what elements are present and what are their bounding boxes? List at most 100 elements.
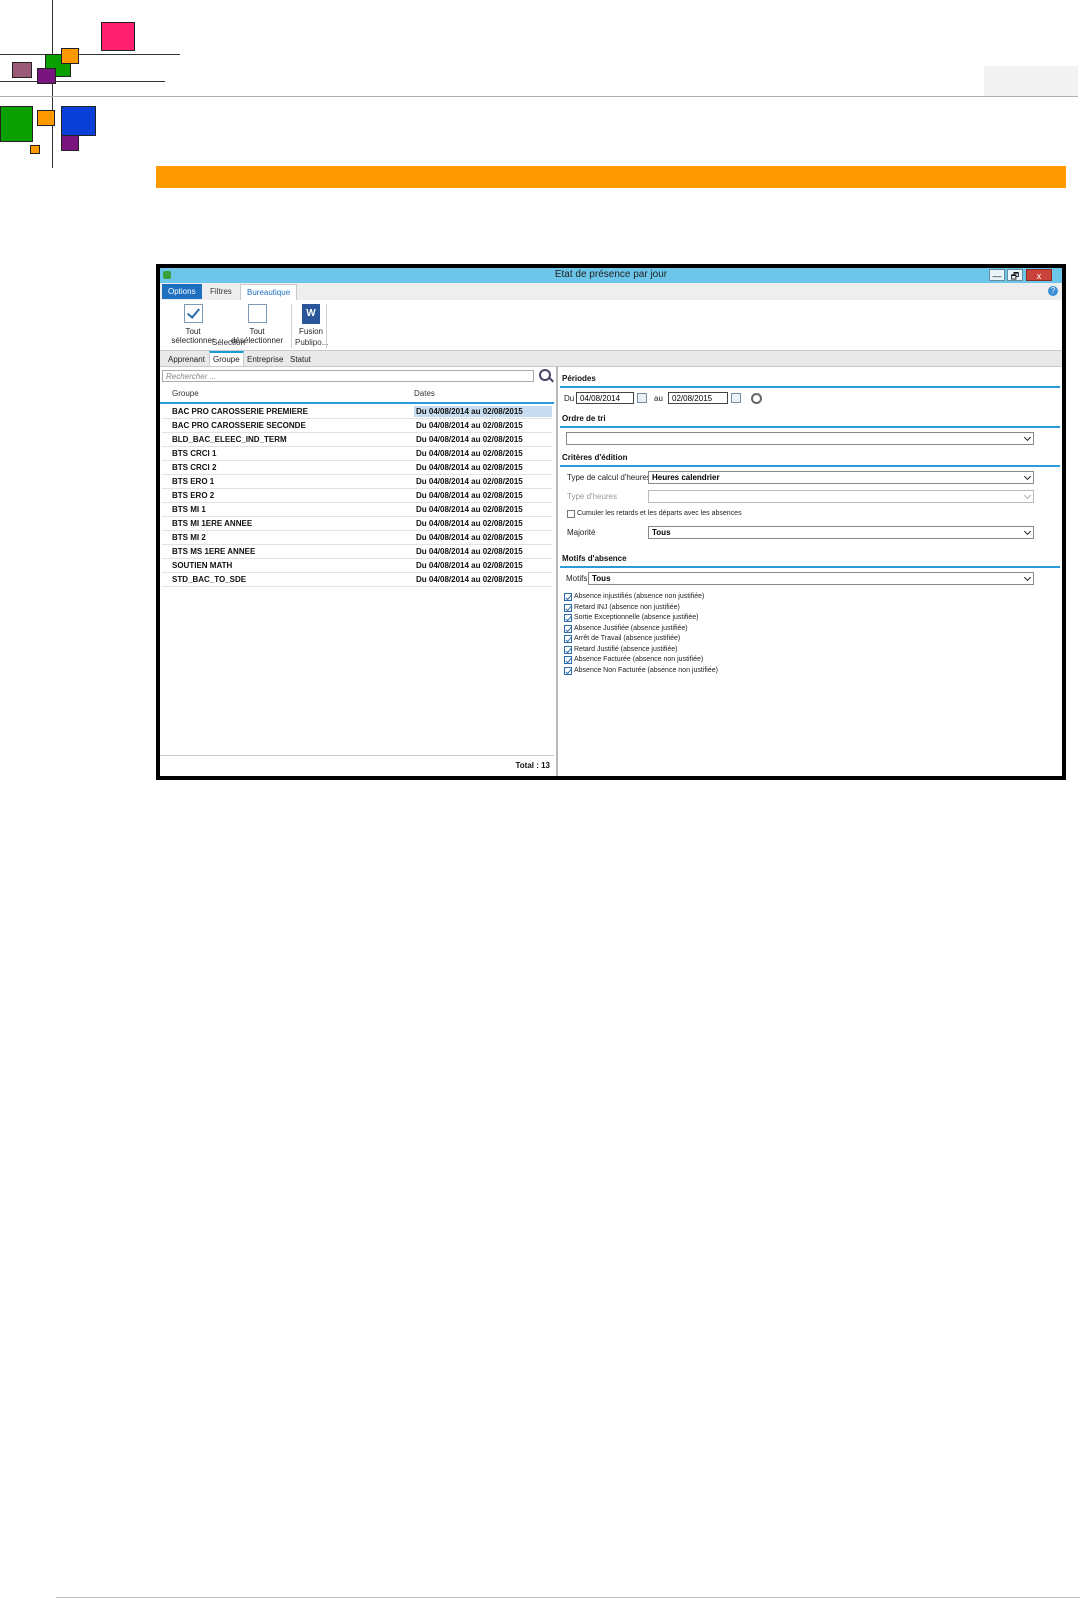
app-window: Etat de présence par jour — 🗗 x Options … <box>160 268 1062 776</box>
cell-dates: Du 04/08/2014 au 02/08/2015 <box>416 519 523 528</box>
chevron-down-icon <box>1023 472 1032 481</box>
close-button[interactable]: x <box>1026 269 1052 281</box>
deco-horizontal-line-top <box>0 54 180 55</box>
cell-groupe: SOUTIEN MATH <box>172 561 233 570</box>
table-row[interactable]: BAC PRO CAROSSERIE SECONDE Du 04/08/2014 … <box>162 419 552 433</box>
cell-groupe: BTS ERO 1 <box>172 477 215 486</box>
deco-square-orange-tiny <box>30 145 40 154</box>
section-title-motifs: Motifs d'absence <box>562 554 627 563</box>
motif-checkbox[interactable] <box>564 635 572 643</box>
search-icon[interactable] <box>539 369 551 381</box>
type-calcul-select[interactable]: Heures calendrier <box>648 471 1034 484</box>
motif-label: Absence Justifiée (absence justifiée) <box>574 624 688 632</box>
chevron-down-icon <box>1023 573 1032 582</box>
tab-apprenant[interactable]: Apprenant <box>165 353 208 366</box>
table-row[interactable]: BTS MI 1 Du 04/08/2014 au 02/08/2015 <box>162 503 552 517</box>
date-from-field[interactable]: 04/08/2014 <box>576 392 634 404</box>
column-header-dates[interactable]: Dates <box>414 389 435 398</box>
ribbon-tabs: Options Filtres Bureautique ? <box>160 283 1062 301</box>
cell-groupe: BAC PRO CAROSSERIE PREMIERE <box>172 407 309 416</box>
cell-dates: Du 04/08/2014 au 02/08/2015 <box>416 561 523 570</box>
fusion-button[interactable]: W Fusion <box>296 304 326 336</box>
table-row[interactable]: BTS ERO 1 Du 04/08/2014 au 02/08/2015 <box>162 475 552 489</box>
deco-square-green-large <box>0 106 33 142</box>
tab-options[interactable]: Options <box>162 284 202 299</box>
cell-dates: Du 04/08/2014 au 02/08/2015 <box>416 505 523 514</box>
table-row[interactable]: BAC PRO CAROSSERIE PREMIERE Du 04/08/2014… <box>162 405 552 419</box>
motif-label: Retard INJ (absence non justifiée) <box>574 603 680 611</box>
deco-square-mauve <box>12 62 32 78</box>
motif-checkbox[interactable] <box>564 666 572 675</box>
motif-checkbox[interactable] <box>564 603 572 612</box>
tab-statut[interactable]: Statut <box>287 353 314 366</box>
ribbon-separator <box>326 304 327 348</box>
sort-order-select[interactable] <box>566 432 1034 445</box>
tab-filtres[interactable]: Filtres <box>204 284 238 299</box>
checkbox-checked-icon <box>183 304 203 323</box>
table-row[interactable]: STD_BAC_TO_SDE Du 04/08/2014 au 02/08/201… <box>162 573 552 587</box>
date-to-field[interactable]: 02/08/2015 <box>668 392 728 404</box>
type-heures-select[interactable] <box>648 490 1034 503</box>
group-table-body: BAC PRO CAROSSERIE PREMIERE Du 04/08/2014… <box>162 405 552 587</box>
cell-dates: Du 04/08/2014 au 02/08/2015 <box>416 491 523 500</box>
minimize-button[interactable]: — <box>989 269 1005 281</box>
app-window-screenshot: Etat de présence par jour — 🗗 x Options … <box>156 264 1066 780</box>
table-row[interactable]: BTS MI 2 Du 04/08/2014 au 02/08/2015 <box>162 531 552 545</box>
group-list-panel: Rechercher ... Groupe Dates BAC PRO CARO… <box>160 366 558 776</box>
cell-groupe: BAC PRO CAROSSERIE SECONDE <box>172 421 306 430</box>
cell-groupe: BTS MI 1ERE ANNEE <box>172 519 253 528</box>
motif-checkbox[interactable] <box>564 593 572 601</box>
footer-rule <box>56 1597 1080 1598</box>
majorite-label: Majorité <box>567 528 596 537</box>
header-corner-tab <box>984 66 1078 96</box>
motif-checkbox[interactable] <box>564 656 572 664</box>
tab-groupe[interactable]: Groupe <box>209 351 244 366</box>
search-input[interactable]: Rechercher ... <box>162 370 534 382</box>
cumuler-label: Cumuler les retards et les départs avec … <box>577 510 742 517</box>
table-row[interactable]: BTS MI 1ERE ANNEE Du 04/08/2014 au 02/08/… <box>162 517 552 531</box>
section-title-periodes: Périodes <box>562 374 596 383</box>
motif-checkbox[interactable] <box>564 624 572 633</box>
motif-label: Absence Non Facturée (absence non justif… <box>574 666 718 674</box>
motifs-select[interactable]: Tous <box>588 572 1034 585</box>
deco-square-orange-mid <box>37 110 55 126</box>
type-calcul-label: Type de calcul d'heures <box>567 473 651 482</box>
table-row[interactable]: BTS CRCI 2 Du 04/08/2014 au 02/08/2015 <box>162 461 552 475</box>
cell-groupe: BTS ERO 2 <box>172 491 215 500</box>
cell-dates: Du 04/08/2014 au 02/08/2015 <box>416 477 523 486</box>
header-rule <box>0 96 1078 97</box>
word-icon: W <box>302 304 320 324</box>
help-icon[interactable]: ? <box>1048 286 1058 296</box>
chevron-down-icon <box>1023 491 1032 500</box>
motif-checkbox[interactable] <box>564 645 572 654</box>
tab-entreprise[interactable]: Entreprise <box>244 353 286 366</box>
tab-bureautique[interactable]: Bureautique <box>240 284 298 300</box>
cell-dates: Du 04/08/2014 au 02/08/2015 <box>414 406 552 417</box>
deco-square-purple-small <box>37 68 56 84</box>
section-rule <box>560 426 1060 428</box>
motif-label: Sortie Exceptionnelle (absence justifiée… <box>574 614 699 621</box>
motif-label: Absence injustifiés (absence non justifi… <box>574 593 705 600</box>
section-title-ordre: Ordre de tri <box>562 414 606 423</box>
table-row[interactable]: BTS CRCI 1 Du 04/08/2014 au 02/08/2015 <box>162 447 552 461</box>
chevron-down-icon <box>1023 433 1032 442</box>
cumuler-checkbox[interactable] <box>567 510 575 518</box>
table-row[interactable]: BTS ERO 2 Du 04/08/2014 au 02/08/2015 <box>162 489 552 503</box>
motif-checkbox[interactable] <box>564 614 572 622</box>
table-row[interactable]: BTS MS 1ERE ANNEE Du 04/08/2014 au 02/08/… <box>162 545 552 559</box>
criteria-panel: Périodes Du 04/08/2014 au 02/08/2015 Ord… <box>558 366 1062 776</box>
calendar-icon[interactable] <box>731 393 741 403</box>
cell-dates: Du 04/08/2014 au 02/08/2015 <box>416 435 523 444</box>
fusion-label: Fusion <box>298 327 323 336</box>
table-row[interactable]: BLD_BAC_ELEEC_IND_TERM Du 04/08/2014 au 0… <box>162 433 552 447</box>
column-header-groupe[interactable]: Groupe <box>172 389 199 398</box>
table-row[interactable]: SOUTIEN MATH Du 04/08/2014 au 02/08/2015 <box>162 559 552 573</box>
restore-button[interactable]: 🗗 <box>1007 269 1023 281</box>
cell-groupe: BTS CRCI 2 <box>172 463 217 472</box>
ribbon-group-publipo: Publipo... <box>295 338 329 347</box>
cell-groupe: BTS MS 1ERE ANNEE <box>172 547 256 556</box>
gear-icon[interactable] <box>751 393 762 404</box>
type-calcul-value: Heures calendrier <box>652 473 720 482</box>
majorite-select[interactable]: Tous <box>648 526 1034 539</box>
calendar-icon[interactable] <box>637 393 647 403</box>
